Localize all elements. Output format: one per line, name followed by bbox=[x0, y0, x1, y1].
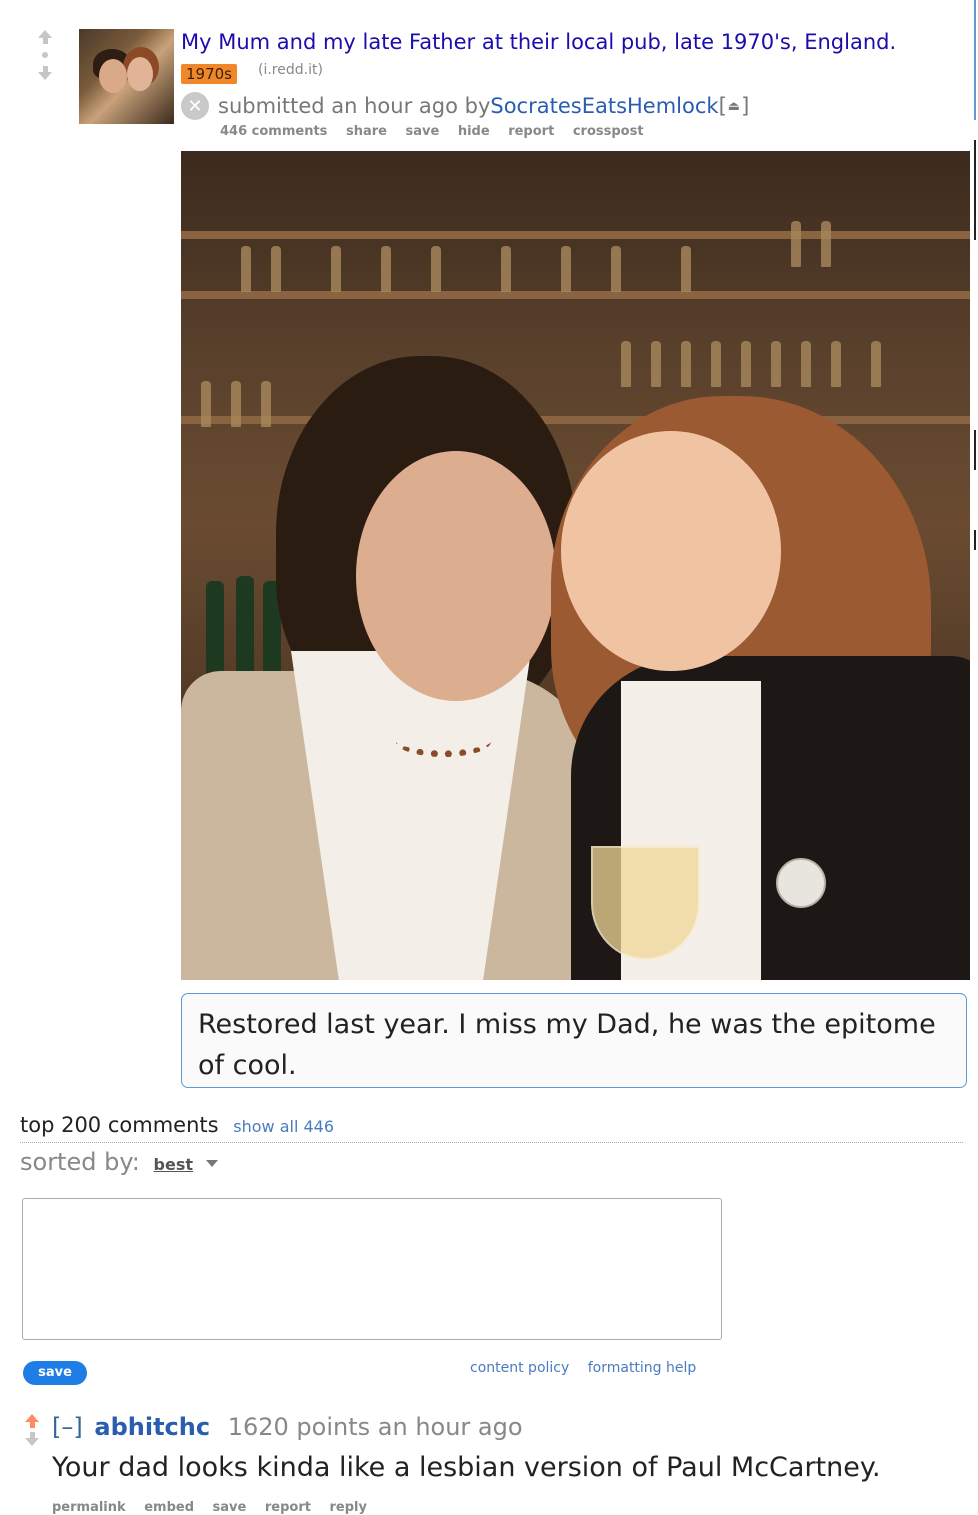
report-comment-button[interactable]: report bbox=[265, 1500, 311, 1515]
divider bbox=[20, 1142, 963, 1143]
save-comment-button[interactable]: save bbox=[23, 1361, 87, 1385]
reply-button[interactable]: reply bbox=[330, 1500, 367, 1515]
report-button[interactable]: report bbox=[508, 124, 554, 139]
sort-dropdown[interactable]: best bbox=[154, 1155, 193, 1174]
sorted-label: sorted by: bbox=[20, 1148, 140, 1176]
comment-body: Your dad looks kinda like a lesbian vers… bbox=[52, 1452, 881, 1483]
close-expando-icon[interactable]: ✕ bbox=[181, 92, 209, 120]
post-thumbnail[interactable] bbox=[79, 29, 174, 124]
author-bracket-open: [ bbox=[718, 94, 727, 118]
downvote-arrow-icon[interactable] bbox=[30, 66, 60, 80]
sort-control: sorted by: best bbox=[20, 1148, 218, 1176]
save-comment-link[interactable]: save bbox=[213, 1500, 247, 1515]
comment-vote-column bbox=[22, 1414, 42, 1446]
post-buttons: 446 comments share save hide report cros… bbox=[220, 124, 658, 139]
post-selftext: Restored last year. I miss my Dad, he wa… bbox=[181, 993, 967, 1088]
post-flair: 1970s bbox=[181, 64, 237, 84]
comment-meta: 1620 points an hour ago bbox=[227, 1413, 523, 1441]
cake-day-icon: ⏏ bbox=[727, 98, 741, 114]
comment-author-link[interactable]: abhitchc bbox=[94, 1413, 210, 1441]
upvote-arrow-icon[interactable] bbox=[30, 30, 60, 44]
post-domain[interactable]: (i.redd.it) bbox=[258, 62, 323, 78]
downvote-arrow-icon[interactable] bbox=[22, 1432, 42, 1446]
post-title-link[interactable]: My Mum and my late Father at their local… bbox=[181, 30, 896, 54]
comment-tagline: [–] abhitchc 1620 points an hour ago bbox=[52, 1413, 523, 1441]
comments-header: top 200 comments show all 446 bbox=[20, 1113, 334, 1137]
comment-form-help: content policy formatting help bbox=[470, 1360, 710, 1376]
content-policy-link[interactable]: content policy bbox=[470, 1360, 569, 1376]
comments-link[interactable]: 446 comments bbox=[220, 124, 327, 139]
comment-textarea[interactable] bbox=[22, 1198, 722, 1340]
pin-badge bbox=[776, 858, 826, 908]
embed-button[interactable]: embed bbox=[144, 1500, 194, 1515]
hide-button[interactable]: hide bbox=[458, 124, 490, 139]
formatting-help-link[interactable]: formatting help bbox=[588, 1360, 697, 1376]
author-bracket-close: ] bbox=[741, 94, 750, 118]
chevron-down-icon[interactable] bbox=[205, 1159, 218, 1167]
sidebar-edge bbox=[961, 0, 978, 1515]
save-post-button[interactable]: save bbox=[405, 124, 439, 139]
score-dot bbox=[42, 52, 48, 58]
collapse-toggle[interactable]: [–] bbox=[52, 1413, 83, 1441]
submitted-text: submitted an hour ago by bbox=[218, 94, 491, 118]
share-button[interactable]: share bbox=[346, 124, 387, 139]
post-vote-column bbox=[30, 30, 60, 80]
crosspost-button[interactable]: crosspost bbox=[573, 124, 644, 139]
show-all-link[interactable]: show all 446 bbox=[233, 1117, 334, 1136]
upvote-arrow-icon[interactable] bbox=[22, 1414, 42, 1428]
comments-title: top 200 comments bbox=[20, 1113, 219, 1137]
post-tagline: ✕ submitted an hour ago by SocratesEatsH… bbox=[181, 92, 749, 120]
comment-buttons: permalink embed save report reply bbox=[52, 1500, 381, 1515]
post-author-link[interactable]: SocratesEatsHemlock bbox=[490, 94, 718, 118]
post-image[interactable] bbox=[181, 151, 970, 980]
permalink-button[interactable]: permalink bbox=[52, 1500, 126, 1515]
